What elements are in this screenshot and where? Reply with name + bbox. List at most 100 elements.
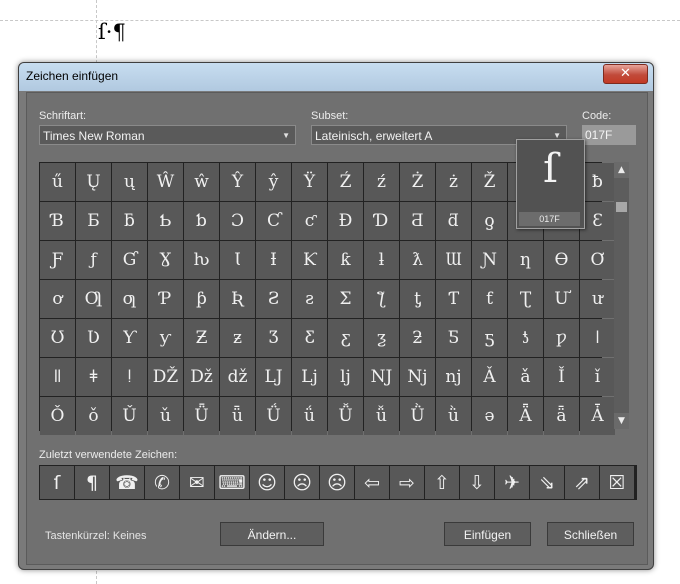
character-cell[interactable]: ƍ (472, 202, 507, 240)
scroll-down-icon[interactable]: ▼ (614, 413, 629, 429)
character-cell[interactable]: ƫ (400, 280, 435, 318)
character-cell[interactable]: ŷ (256, 163, 291, 201)
recent-character-cell[interactable]: ⇘ (530, 466, 564, 499)
character-cell[interactable]: Ơ (580, 241, 615, 279)
character-cell[interactable]: Ƅ (148, 202, 183, 240)
code-field[interactable]: 017F (582, 125, 636, 145)
character-cell[interactable]: ƨ (292, 280, 327, 318)
character-cell[interactable]: Ƣ (76, 280, 111, 318)
character-cell[interactable]: Ǡ (580, 397, 615, 435)
recent-character-cell[interactable]: ⇩ (460, 466, 494, 499)
character-cell[interactable]: Ƌ (400, 202, 435, 240)
recent-character-cell[interactable]: ⇦ (355, 466, 389, 499)
close-button[interactable]: Schließen (547, 522, 634, 546)
character-cell[interactable]: Ư (544, 280, 579, 318)
character-cell[interactable]: Ż (400, 163, 435, 201)
font-select[interactable]: Times New Roman ▼ (39, 125, 296, 145)
character-cell[interactable]: Ÿ (292, 163, 327, 201)
character-cell[interactable]: Ƃ (76, 202, 111, 240)
character-cell[interactable]: Ɯ (436, 241, 471, 279)
recent-character-cell[interactable]: ſ (40, 466, 74, 499)
character-cell[interactable]: ǉ (328, 358, 363, 396)
insert-button[interactable]: Einfügen (444, 522, 531, 546)
character-cell[interactable]: ƹ (328, 319, 363, 357)
character-cell[interactable]: ű (40, 163, 75, 201)
scroll-thumb[interactable] (616, 202, 627, 212)
character-cell[interactable]: ƺ (364, 319, 399, 357)
character-cell[interactable]: Ƈ (256, 202, 291, 240)
character-cell[interactable]: ƃ (112, 202, 147, 240)
recent-character-cell[interactable]: ⇗ (565, 466, 599, 499)
character-cell[interactable]: Ŷ (220, 163, 255, 201)
character-cell[interactable]: ǝ (472, 397, 507, 435)
character-cell[interactable]: ƌ (436, 202, 471, 240)
recent-character-cell[interactable]: ⇧ (425, 466, 459, 499)
character-cell[interactable]: ƞ (508, 241, 543, 279)
character-cell[interactable]: Ǔ (112, 397, 147, 435)
character-cell[interactable]: ǆ (220, 358, 255, 396)
character-cell[interactable]: Ǖ (184, 397, 219, 435)
document-text[interactable]: ſ·¶ (98, 20, 126, 44)
character-cell[interactable]: ǌ (436, 358, 471, 396)
character-cell[interactable]: ŵ (184, 163, 219, 201)
character-cell[interactable]: ƪ (364, 280, 399, 318)
character-cell[interactable]: Ɖ (328, 202, 363, 240)
character-cell[interactable]: ǖ (220, 397, 255, 435)
recent-character-cell[interactable]: ✉ (180, 466, 214, 499)
scroll-track[interactable] (614, 178, 629, 413)
character-cell[interactable]: ǈ (292, 358, 327, 396)
character-cell[interactable]: ǐ (580, 358, 615, 396)
character-cell[interactable]: ǒ (76, 397, 111, 435)
character-cell[interactable]: Ǆ (148, 358, 183, 396)
change-button[interactable]: Ändern... (220, 522, 324, 546)
character-cell[interactable]: Ɛ (580, 202, 615, 240)
character-cell[interactable]: Ɵ (544, 241, 579, 279)
character-cell[interactable]: Ɲ (472, 241, 507, 279)
character-cell[interactable]: ƥ (184, 280, 219, 318)
recent-character-cell[interactable]: ✆ (145, 466, 179, 499)
character-cell[interactable]: ź (364, 163, 399, 201)
character-cell[interactable]: Ɨ (256, 241, 291, 279)
recent-character-cell[interactable]: ☹ (285, 466, 319, 499)
character-cell[interactable]: Ƭ (436, 280, 471, 318)
character-cell[interactable]: ǘ (292, 397, 327, 435)
character-cell[interactable]: ƀ (580, 163, 615, 201)
character-cell[interactable]: ƾ (508, 319, 543, 357)
character-cell[interactable]: Ʀ (220, 280, 255, 318)
character-cell[interactable]: Ƨ (256, 280, 291, 318)
character-cell[interactable]: Ǌ (364, 358, 399, 396)
character-cell[interactable]: Ƥ (148, 280, 183, 318)
character-cell[interactable]: Ƶ (184, 319, 219, 357)
character-cell[interactable]: Ǉ (256, 358, 291, 396)
character-cell[interactable]: Ǐ (544, 358, 579, 396)
character-cell[interactable]: ƕ (184, 241, 219, 279)
close-icon[interactable]: ✕ (603, 64, 648, 84)
character-cell[interactable]: Ų (76, 163, 111, 201)
character-cell[interactable]: Ƹ (292, 319, 327, 357)
character-cell[interactable]: Ǟ (508, 397, 543, 435)
character-cell[interactable]: ƿ (544, 319, 579, 357)
recent-character-cell[interactable]: ☒ (600, 466, 634, 499)
recent-character-cell[interactable]: ✈ (495, 466, 529, 499)
character-cell[interactable]: Ʋ (76, 319, 111, 357)
character-cell[interactable]: ǅ (184, 358, 219, 396)
character-cell[interactable]: ƽ (472, 319, 507, 357)
character-cell[interactable]: ǁ (40, 358, 75, 396)
character-cell[interactable]: Ƽ (436, 319, 471, 357)
character-cell[interactable]: ƈ (292, 202, 327, 240)
character-cell[interactable]: Ʈ (508, 280, 543, 318)
character-cell[interactable]: ƅ (184, 202, 219, 240)
character-cell[interactable]: ų (112, 163, 147, 201)
character-cell[interactable]: Ƴ (112, 319, 147, 357)
character-cell[interactable]: ǎ (508, 358, 543, 396)
character-cell[interactable]: Ǜ (400, 397, 435, 435)
character-cell[interactable]: ƒ (76, 241, 111, 279)
character-cell[interactable]: Ʒ (256, 319, 291, 357)
character-cell[interactable]: ż (436, 163, 471, 201)
character-cell[interactable]: ƙ (328, 241, 363, 279)
character-cell[interactable]: Ŵ (148, 163, 183, 201)
character-cell[interactable]: Ɠ (112, 241, 147, 279)
recent-character-cell[interactable]: ☹ (320, 466, 354, 499)
character-cell[interactable]: Ɔ (220, 202, 255, 240)
character-cell[interactable]: ƭ (472, 280, 507, 318)
